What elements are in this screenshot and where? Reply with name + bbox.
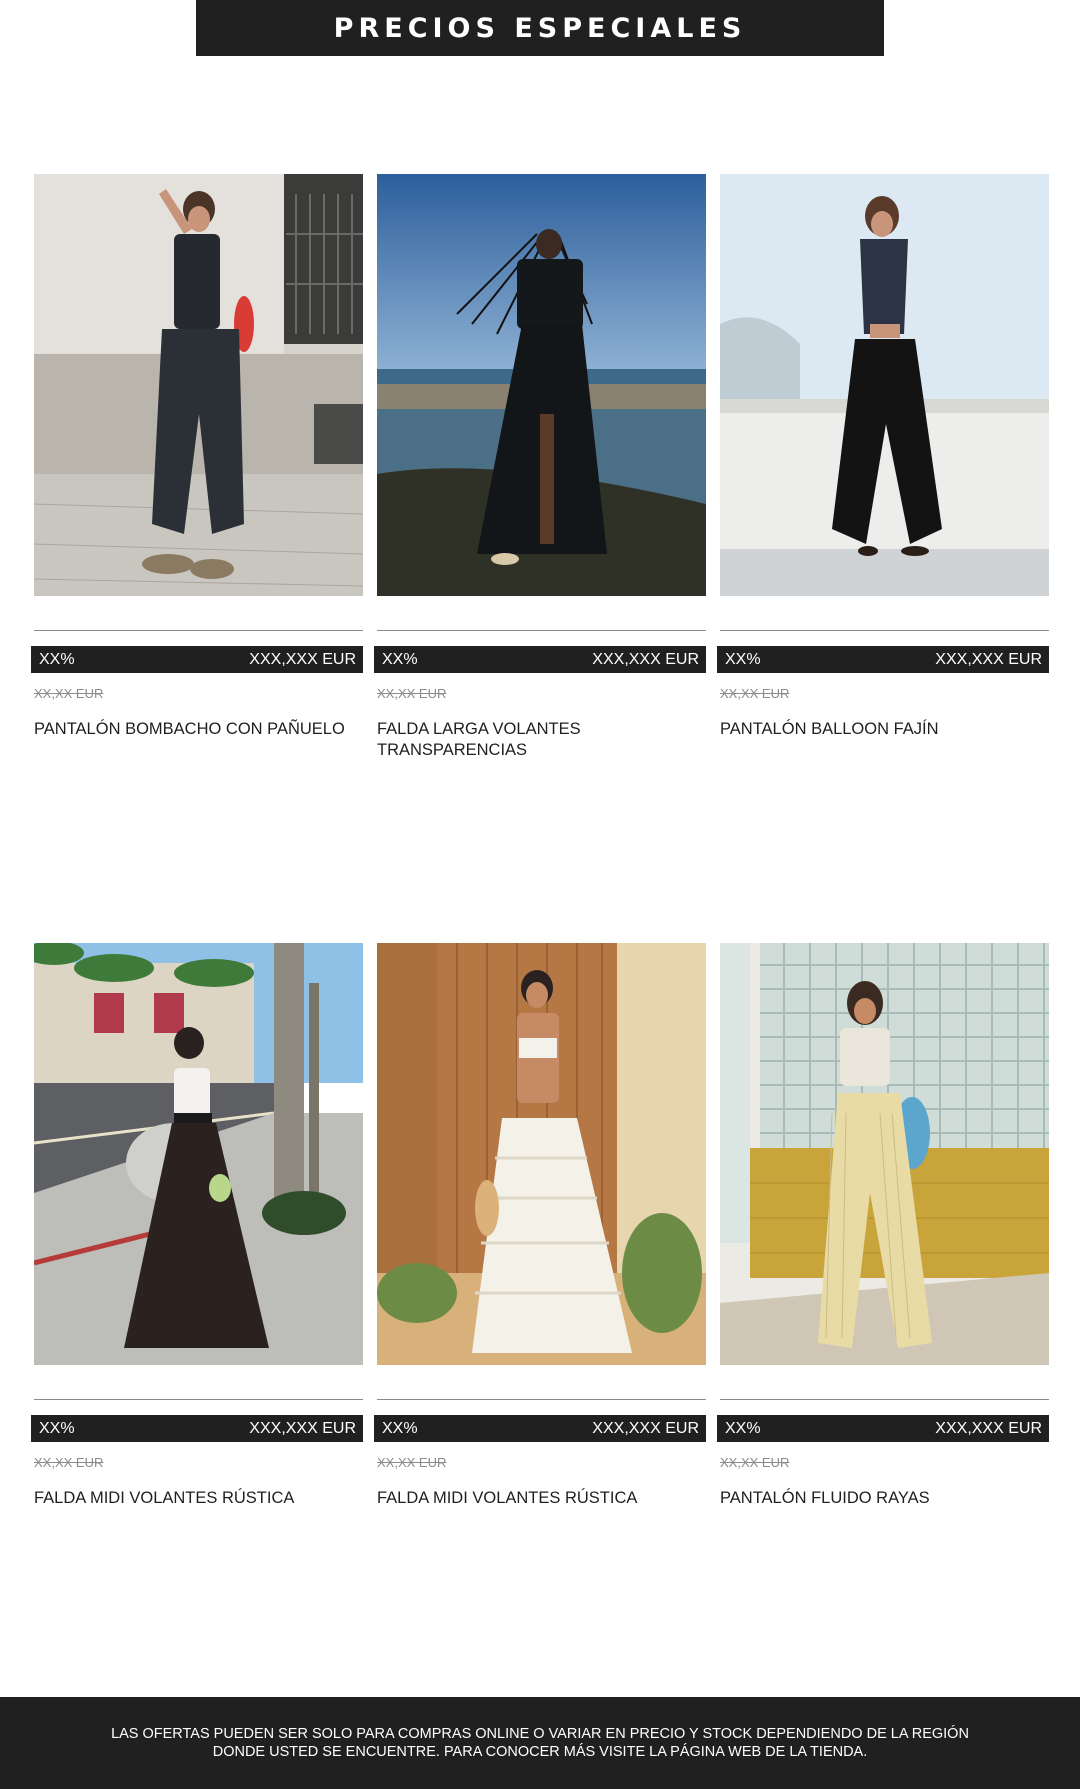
price-bar: XX% XXX,XXX EUR [717,646,1049,673]
header-banner: PRECIOS ESPECIALES [196,0,884,56]
current-price: XXX,XXX EUR [935,650,1042,668]
product-name[interactable]: PANTALÓN BALLOON FAJÍN [720,719,1049,740]
product-card[interactable]: XX% XXX,XXX EUR XX,XX EUR FALDA MIDI VOL… [31,943,363,1712]
product-image[interactable] [34,943,363,1365]
product-card[interactable]: XX% XXX,XXX EUR XX,XX EUR FALDA LARGA VO… [374,174,706,943]
divider [720,1399,1049,1400]
product-name[interactable]: FALDA LARGA VOLANTES TRANSPARENCIAS [377,719,706,761]
product-name[interactable]: FALDA MIDI VOLANTES RÚSTICA [377,1488,706,1509]
product-card[interactable]: XX% XXX,XXX EUR XX,XX EUR FALDA MIDI VOL… [374,943,706,1712]
current-price: XXX,XXX EUR [592,650,699,668]
product-card[interactable]: XX% XXX,XXX EUR XX,XX EUR PANTALÓN BALLO… [717,174,1049,943]
original-price: XX,XX EUR [377,1455,447,1470]
product-name[interactable]: PANTALÓN BOMBACHO CON PAÑUELO [34,719,363,740]
price-bar: XX% XXX,XXX EUR [374,646,706,673]
current-price: XXX,XXX EUR [935,1419,1042,1437]
discount-badge: XX% [382,1419,418,1437]
divider [34,1399,363,1400]
current-price: XXX,XXX EUR [592,1419,699,1437]
disclaimer-text: LAS OFERTAS PUEDEN SER SOLO PARA COMPRAS… [111,1726,969,1760]
product-image[interactable] [720,943,1049,1365]
original-price: XX,XX EUR [720,686,790,701]
product-name[interactable]: PANTALÓN FLUIDO RAYAS [720,1488,1049,1509]
current-price: XXX,XXX EUR [249,650,356,668]
original-price: XX,XX EUR [377,686,447,701]
price-bar: XX% XXX,XXX EUR [717,1415,1049,1442]
product-image[interactable] [34,174,363,596]
product-card[interactable]: XX% XXX,XXX EUR XX,XX EUR PANTALÓN BOMBA… [31,174,363,943]
discount-badge: XX% [39,1419,75,1437]
price-bar: XX% XXX,XXX EUR [31,646,363,673]
product-image[interactable] [377,174,706,596]
discount-badge: XX% [382,650,418,668]
original-price: XX,XX EUR [34,686,104,701]
product-name[interactable]: FALDA MIDI VOLANTES RÚSTICA [34,1488,363,1509]
product-grid: XX% XXX,XXX EUR XX,XX EUR PANTALÓN BOMBA… [31,174,1049,1712]
price-bar: XX% XXX,XXX EUR [374,1415,706,1442]
discount-badge: XX% [39,650,75,668]
current-price: XXX,XXX EUR [249,1419,356,1437]
product-image[interactable] [720,174,1049,596]
discount-badge: XX% [725,650,761,668]
divider [720,630,1049,631]
discount-badge: XX% [725,1419,761,1437]
page-title: PRECIOS ESPECIALES [333,13,747,44]
divider [377,630,706,631]
footer-disclaimer: LAS OFERTAS PUEDEN SER SOLO PARA COMPRAS… [0,1697,1080,1789]
price-bar: XX% XXX,XXX EUR [31,1415,363,1442]
divider [377,1399,706,1400]
original-price: XX,XX EUR [34,1455,104,1470]
product-card[interactable]: XX% XXX,XXX EUR XX,XX EUR PANTALÓN FLUID… [717,943,1049,1712]
divider [34,630,363,631]
original-price: XX,XX EUR [720,1455,790,1470]
product-image[interactable] [377,943,706,1365]
